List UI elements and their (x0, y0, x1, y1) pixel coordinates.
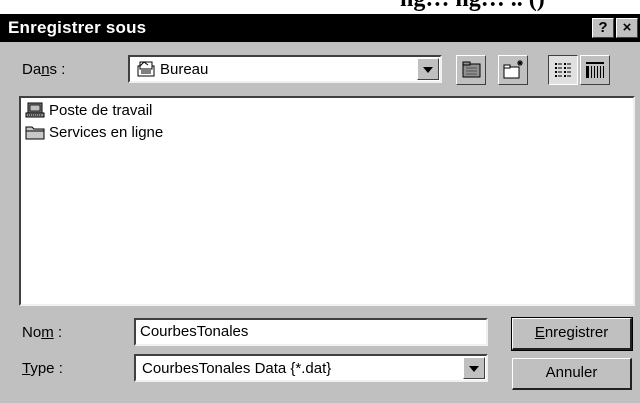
location-value: Bureau (160, 61, 209, 78)
list-item-label: Poste de travail (49, 102, 153, 119)
up-one-level-button[interactable] (456, 55, 486, 85)
filetype-dropdown-arrow-icon[interactable] (463, 357, 485, 379)
help-button[interactable]: ? (592, 18, 614, 38)
folder-up-icon (462, 61, 481, 78)
background-heading: ng… ng… .. () (400, 0, 545, 13)
details-view-icon (586, 62, 604, 78)
new-folder-button[interactable] (498, 55, 528, 85)
save-button[interactable]: Enregistrer (511, 317, 633, 351)
location-dropdown-arrow-icon[interactable] (417, 58, 439, 80)
cancel-button[interactable]: Annuler (512, 358, 632, 390)
folder-icon (25, 124, 45, 140)
file-list[interactable]: Poste de travail Services en ligne (19, 96, 635, 306)
details-view-button[interactable] (580, 55, 610, 85)
location-combobox[interactable]: Bureau (128, 55, 442, 83)
dialog-title: Enregistrer sous (8, 18, 147, 37)
filetype-value: CourbesTonales Data {*.dat} (142, 360, 332, 377)
computer-icon (25, 102, 45, 118)
location-label: Dans : (22, 61, 66, 78)
title-bar: Enregistrer sous ? × (0, 14, 640, 42)
background-document-strip: ng… ng… .. () (0, 0, 640, 14)
filename-input[interactable] (140, 323, 470, 340)
filetype-select[interactable]: CourbesTonales Data {*.dat} (134, 354, 488, 382)
desktop-icon (136, 60, 156, 78)
filetype-label: Type : (22, 360, 63, 377)
close-button[interactable]: × (616, 18, 638, 38)
list-view-icon (555, 63, 571, 77)
save-as-dialog: Enregistrer sous ? × Dans : Bureau Poste… (0, 14, 640, 403)
list-item-label: Services en ligne (49, 124, 164, 141)
filename-field[interactable] (134, 318, 488, 346)
list-view-button[interactable] (548, 55, 578, 85)
filename-label: Nom : (22, 324, 63, 341)
new-folder-icon (503, 60, 523, 79)
